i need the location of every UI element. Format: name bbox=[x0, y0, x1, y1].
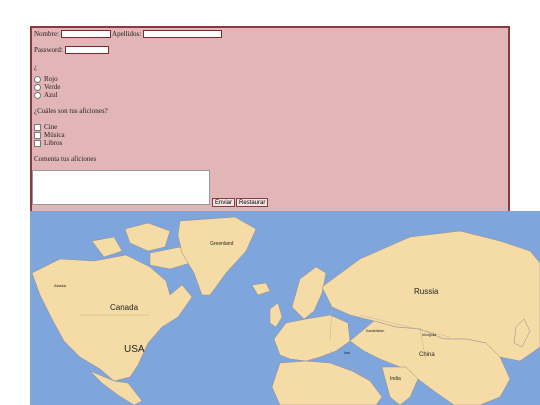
checkbox-label: Cine bbox=[44, 123, 58, 131]
radio-circle-icon[interactable] bbox=[34, 83, 41, 91]
password-input[interactable] bbox=[64, 46, 109, 55]
checkbox-libros[interactable]: Libros bbox=[34, 139, 62, 147]
world-map-graphic bbox=[30, 211, 540, 405]
registration-form: Nombre: Apellidos: Password: ¿ Rojo Verd… bbox=[30, 26, 510, 211]
india-label: India bbox=[390, 376, 401, 382]
submit-button[interactable]: Enviar bbox=[212, 198, 236, 207]
russia-label: Russia bbox=[414, 287, 439, 296]
checkbox-musica[interactable]: Música bbox=[34, 131, 65, 139]
alaska-label: Alaska bbox=[54, 283, 67, 288]
checkbox-cine[interactable]: Cine bbox=[34, 123, 57, 131]
radio-label: Rojo bbox=[44, 75, 58, 83]
greenland-label: Greenland bbox=[210, 241, 234, 247]
radio-circle-icon[interactable] bbox=[34, 75, 41, 83]
nombre-label: Nombre: bbox=[34, 30, 59, 38]
mongolia-label: Mongolia bbox=[422, 333, 437, 337]
checkbox-icon[interactable] bbox=[34, 139, 41, 147]
nombre-input[interactable] bbox=[60, 30, 111, 39]
apellidos-label: Apellidos: bbox=[112, 30, 142, 38]
radio-circle-icon[interactable] bbox=[34, 91, 41, 99]
checkbox-label: Libros bbox=[44, 139, 63, 147]
china-label: China bbox=[419, 352, 435, 358]
radio-azul[interactable]: Azul bbox=[34, 91, 58, 99]
usa-label: USA bbox=[124, 344, 145, 355]
checkbox-icon[interactable] bbox=[34, 123, 41, 131]
apellidos-input[interactable] bbox=[142, 30, 222, 39]
iran-label: Iran bbox=[344, 351, 351, 355]
checkbox-label: Música bbox=[44, 131, 65, 139]
canada-label: Canada bbox=[110, 303, 139, 312]
checkbox-icon[interactable] bbox=[34, 131, 41, 139]
comment-textarea[interactable] bbox=[32, 170, 210, 205]
reset-button[interactable]: Restaurar bbox=[236, 198, 269, 207]
kazakhstan-label: Kazakhstan bbox=[366, 329, 385, 333]
radio-label: Azul bbox=[44, 91, 58, 99]
color-question: ¿ bbox=[34, 63, 38, 71]
hobbies-question: ¿Cuáles son tus aficiones? bbox=[34, 107, 108, 115]
radio-verde[interactable]: Verde bbox=[34, 83, 60, 91]
world-map[interactable]: Greenland Alaska Canada USA Russia China… bbox=[30, 211, 540, 405]
radio-rojo[interactable]: Rojo bbox=[34, 75, 58, 83]
password-label: Password: bbox=[34, 46, 63, 54]
comment-label: Comenta tus aficiones bbox=[34, 155, 97, 163]
password-row: Password: bbox=[34, 46, 109, 55]
radio-label: Verde bbox=[44, 83, 61, 91]
name-row: Nombre: Apellidos: bbox=[34, 30, 222, 39]
